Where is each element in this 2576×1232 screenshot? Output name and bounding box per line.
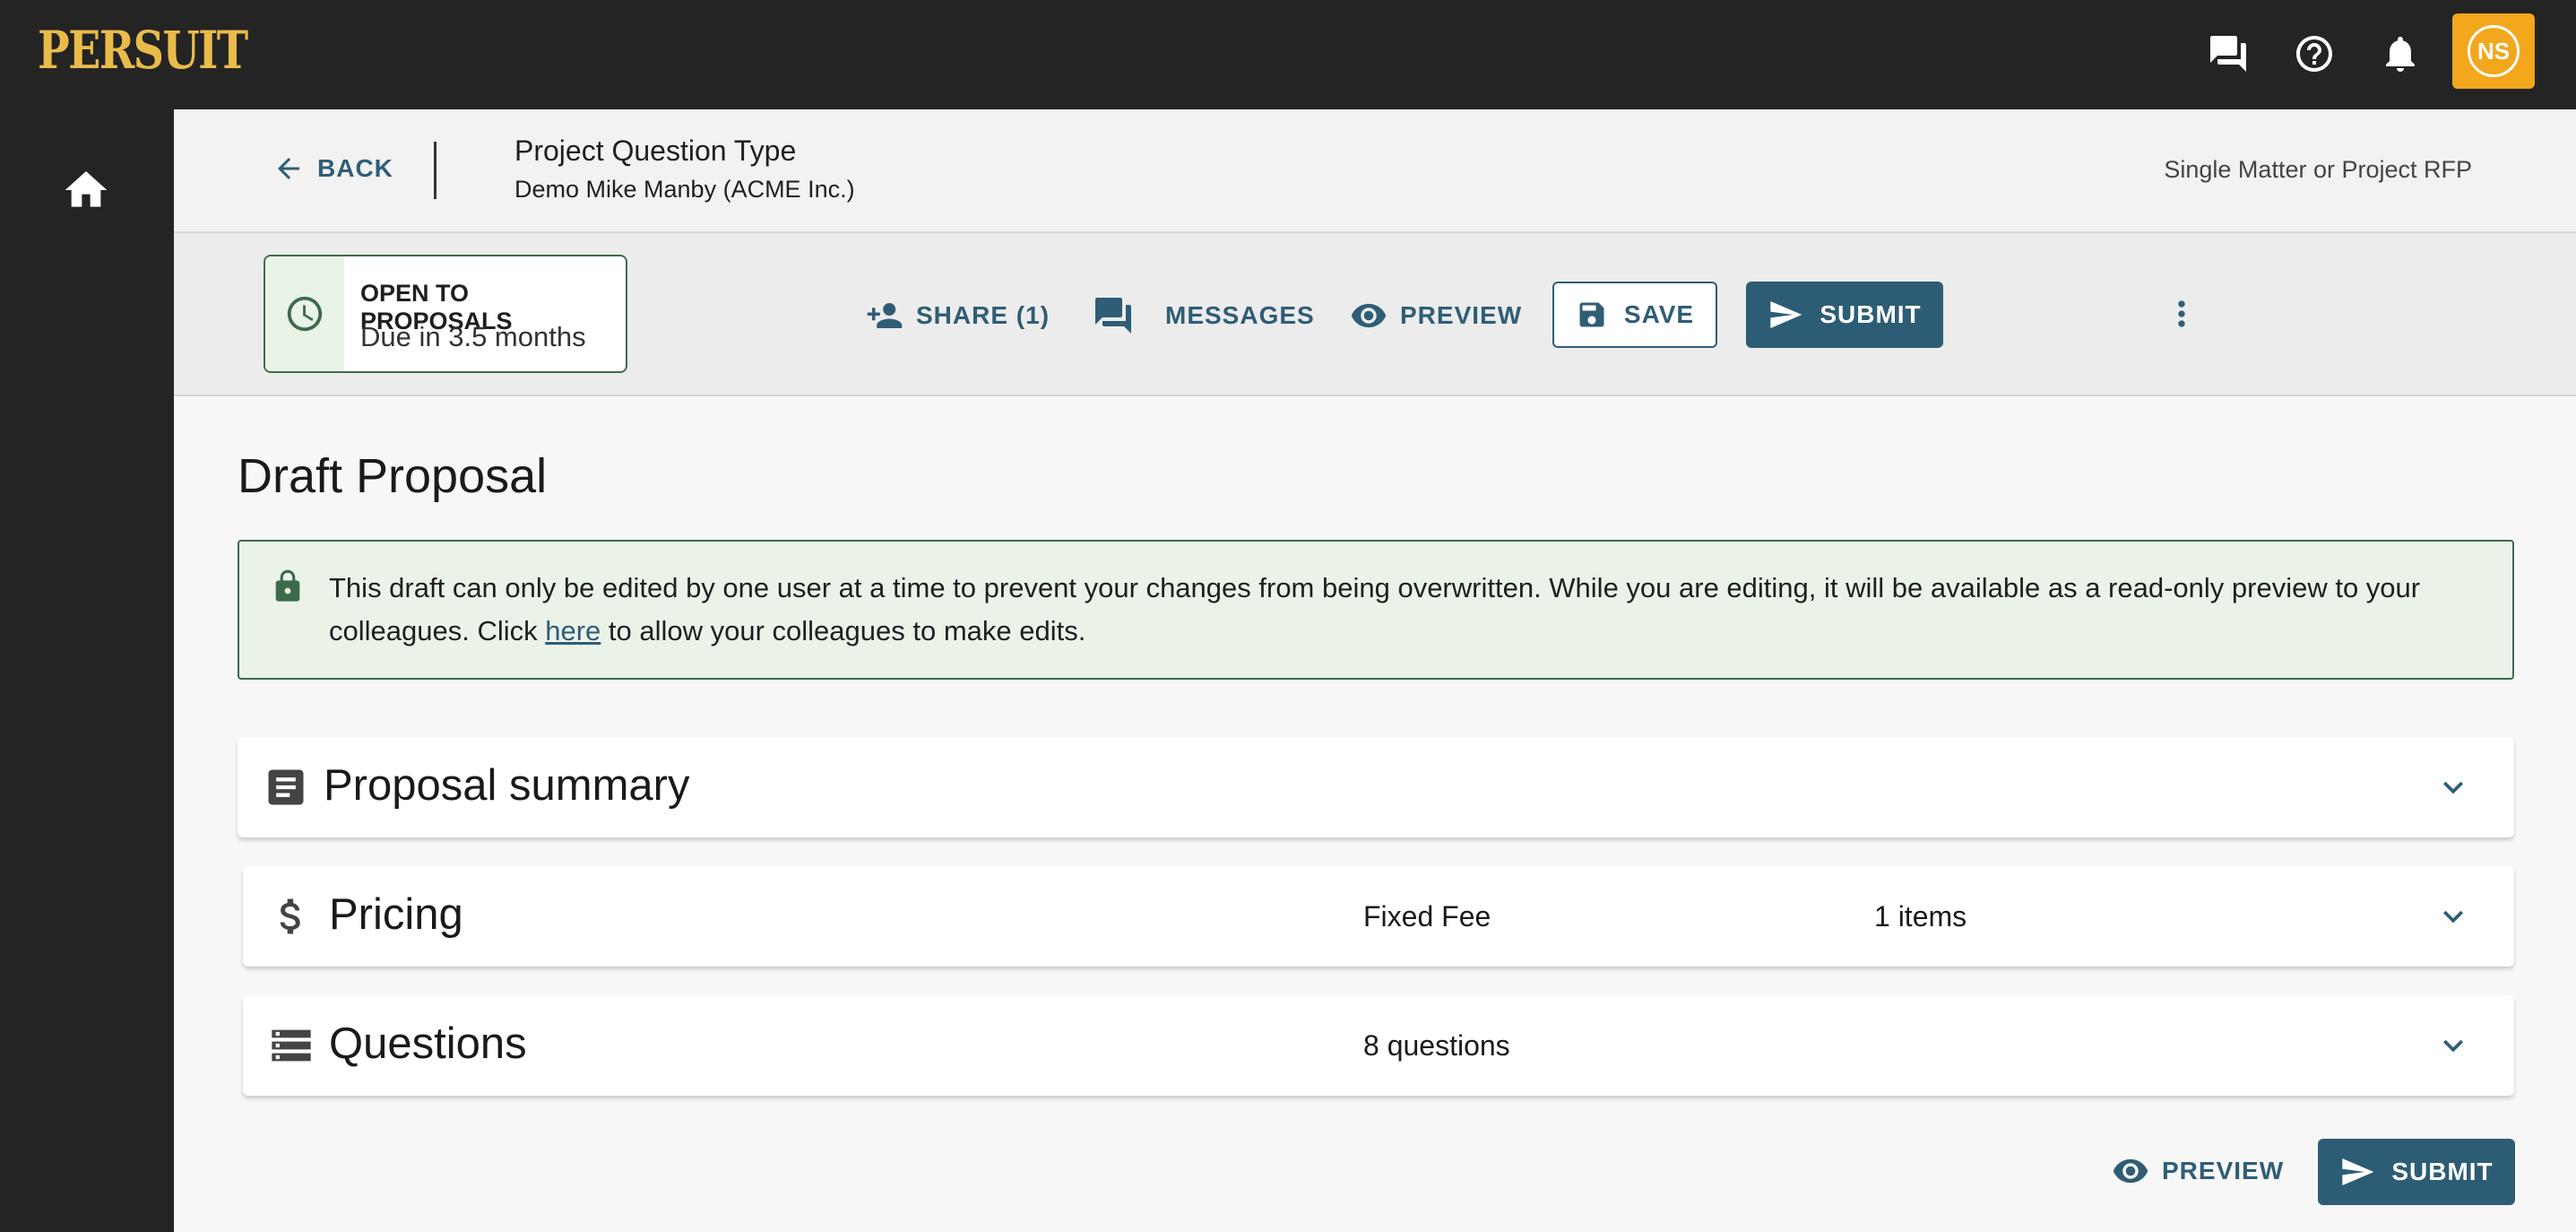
status-card: OPEN TO PROPOSALS Due in 3.5 months	[264, 255, 627, 373]
clock-icon	[287, 296, 323, 332]
submit-button[interactable]: SUBMIT	[1746, 282, 1943, 348]
project-subtitle: Demo Mike Manby (ACME Inc.)	[514, 176, 855, 203]
chevron-down-icon[interactable]	[2433, 768, 2473, 807]
notice-text-after: to allow your colleagues to make edits.	[601, 615, 1086, 646]
top-bar: PERSUIT NS	[0, 0, 2576, 109]
chevron-down-icon[interactable]	[2433, 1026, 2473, 1065]
home-icon[interactable]	[61, 165, 111, 215]
section-title: Pricing	[329, 890, 463, 939]
back-label: BACK	[317, 154, 393, 182]
section-title: Questions	[329, 1019, 527, 1068]
bottom-submit-button[interactable]: SUBMIT	[2318, 1139, 2515, 1205]
avatar-initials: NS	[2468, 25, 2520, 77]
eye-icon	[1351, 303, 1387, 328]
rfp-type-label: Single Matter or Project RFP	[2164, 156, 2472, 183]
section-title: Proposal summary	[324, 761, 690, 810]
pricing-type: Fixed Fee	[1363, 900, 1491, 933]
bottom-preview-label: PREVIEW	[2162, 1157, 2285, 1184]
page-title: Draft Proposal	[238, 449, 548, 503]
section-pricing[interactable]: Pricing Fixed Fee 1 items	[243, 866, 2514, 967]
lock-icon	[270, 568, 306, 604]
sidebar	[0, 109, 174, 1232]
more-vert-icon	[2178, 300, 2185, 327]
document-icon	[263, 764, 309, 811]
dollar-icon	[268, 893, 315, 940]
user-avatar[interactable]: NS	[2452, 13, 2535, 89]
back-button[interactable]: BACK	[272, 152, 393, 185]
arrow-back-icon	[278, 158, 299, 179]
messages-button[interactable]: MESSAGES	[1092, 291, 1315, 341]
preview-label: PREVIEW	[1400, 301, 1523, 329]
eye-icon	[2113, 1158, 2148, 1184]
messages-label: MESSAGES	[1165, 301, 1315, 329]
notice-here-link[interactable]: here	[545, 615, 601, 646]
project-header: BACK Project Question Type Demo Mike Man…	[174, 109, 2576, 233]
questions-count: 8 questions	[1363, 1029, 1510, 1062]
project-title: Project Question Type	[514, 134, 797, 167]
divider	[434, 142, 437, 199]
help-icon[interactable]	[2287, 27, 2341, 81]
section-questions[interactable]: Questions 8 questions	[243, 995, 2514, 1096]
proposal-toolbar: OPEN TO PROPOSALS Due in 3.5 months SHAR…	[174, 233, 2576, 396]
bell-icon[interactable]	[2373, 27, 2427, 81]
pricing-items-count: 1 items	[1874, 900, 1967, 933]
bottom-submit-label: SUBMIT	[2391, 1158, 2494, 1185]
share-button[interactable]: SHARE (1)	[866, 291, 1050, 341]
save-icon	[1579, 302, 1604, 327]
save-button[interactable]: SAVE	[1552, 282, 1717, 348]
send-icon	[1770, 301, 1802, 328]
bottom-preview-button[interactable]: PREVIEW	[2112, 1144, 2284, 1198]
edit-lock-notice: This draft can only be edited by one use…	[238, 540, 2514, 680]
storage-icon	[268, 1022, 315, 1069]
share-label: SHARE (1)	[916, 301, 1050, 329]
status-strip	[265, 256, 344, 371]
chat-icon[interactable]	[2201, 27, 2255, 81]
notice-text: This draft can only be edited by one use…	[329, 567, 2498, 653]
chat-icon	[1095, 298, 1131, 334]
section-proposal-summary[interactable]: Proposal summary	[238, 737, 2514, 837]
preview-button[interactable]: PREVIEW	[1350, 291, 1522, 341]
person-add-icon	[867, 303, 903, 328]
more-options-button[interactable]	[2160, 292, 2203, 335]
send-icon	[2342, 1158, 2374, 1185]
persuit-logo[interactable]: PERSUIT	[38, 20, 248, 81]
chevron-down-icon[interactable]	[2433, 897, 2473, 936]
save-label: SAVE	[1623, 300, 1695, 328]
status-due: Due in 3.5 months	[360, 321, 586, 352]
submit-label: SUBMIT	[1820, 300, 1922, 328]
